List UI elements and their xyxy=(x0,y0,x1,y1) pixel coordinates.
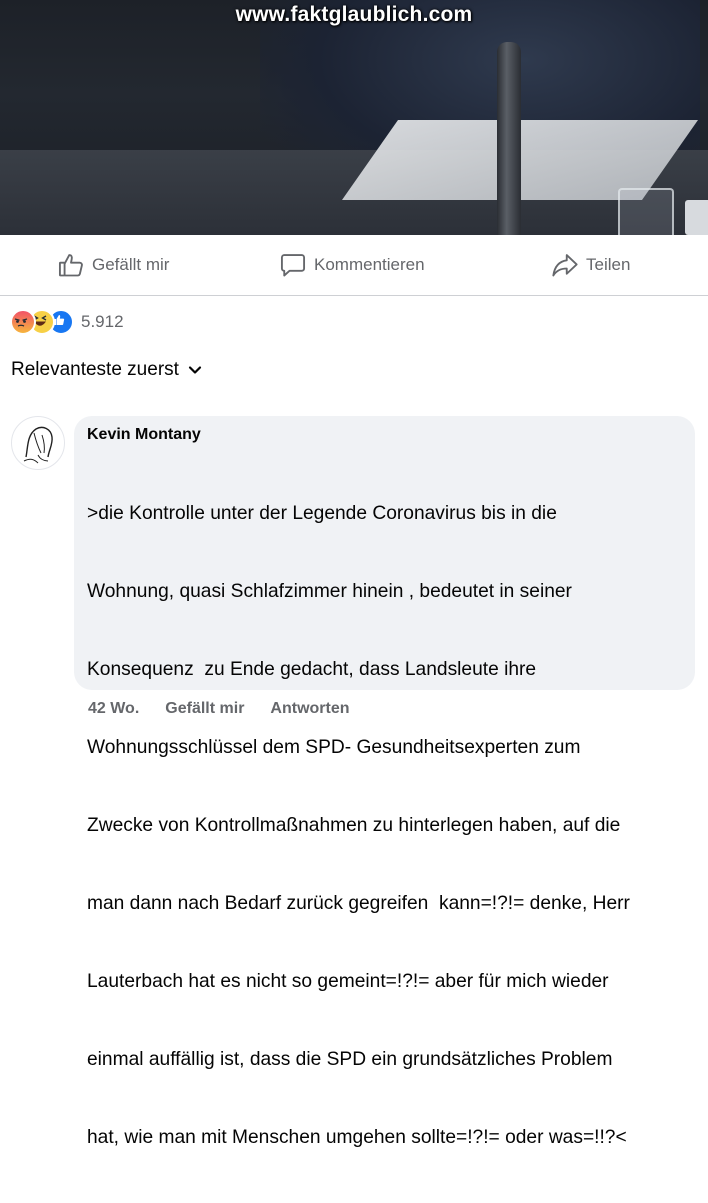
like-button-label: Gefällt mir xyxy=(92,255,170,274)
post-video[interactable]: www.faktglaublich.com xyxy=(0,0,708,235)
comment-button[interactable]: Kommentieren xyxy=(279,235,425,295)
comment-line: Lauterbach hat es nicht so gemeint=!?!= … xyxy=(87,971,609,992)
comment-line: >die Kontrolle unter der Legende Coronav… xyxy=(87,503,557,524)
comment-line: Zwecke von Kontrollmaßnahmen zu hinterle… xyxy=(87,815,621,836)
comment-line: einmal auffällig ist, dass die SPD ein g… xyxy=(87,1049,613,1070)
comment-line: hat, wie man mit Menschen umgehen sollte… xyxy=(87,1127,627,1148)
share-arrow-icon xyxy=(552,254,578,277)
comment-line: Wohnung, quasi Schlafzimmer hinein , bed… xyxy=(87,581,572,602)
chevron-down-icon xyxy=(188,366,202,374)
comment-icon xyxy=(280,254,306,277)
video-microphone xyxy=(497,42,521,235)
commenter-avatar[interactable] xyxy=(11,416,65,470)
comment-line: Wohnungsschlüssel dem SPD- Gesundheitsex… xyxy=(87,737,581,758)
share-button[interactable]: Teilen xyxy=(551,235,630,295)
reaction-count: 5.912 xyxy=(81,312,124,331)
comment-author[interactable]: Kevin Montany xyxy=(87,426,682,444)
comment-text: >die Kontrolle unter der Legende Coronav… xyxy=(87,449,682,1203)
video-watermark: www.faktglaublich.com xyxy=(235,3,473,26)
share-button-label: Teilen xyxy=(586,255,631,274)
comment-sort-dropdown[interactable]: Relevanteste zuerst xyxy=(11,359,203,381)
angry-reaction-icon xyxy=(10,309,36,335)
comment-bubble: Kevin Montany >die Kontrolle unter der L… xyxy=(74,416,695,1148)
comment-timestamp[interactable]: 42 Wo. xyxy=(88,700,139,718)
thumbs-up-icon xyxy=(58,254,83,277)
comment-line: man dann nach Bedarf zurück gegreifen ka… xyxy=(87,893,630,914)
comment-like-button[interactable]: Gefällt mir xyxy=(165,700,244,718)
reaction-summary[interactable]: 5.912 xyxy=(10,309,124,335)
comment-reply-button[interactable]: Antworten xyxy=(270,700,349,718)
like-button[interactable]: Gefällt mir xyxy=(57,235,169,295)
post-action-bar: Gefällt mir Kommentieren Teilen xyxy=(0,235,708,296)
comment-line: Konsequenz zu Ende gedacht, dass Landsle… xyxy=(87,659,537,680)
video-cup xyxy=(685,200,708,235)
comment-meta: 42 Wo. Gefällt mir Antworten xyxy=(88,700,376,718)
video-glass xyxy=(618,188,674,235)
comment-button-label: Kommentieren xyxy=(314,255,425,274)
comment-sort-label: Relevanteste zuerst xyxy=(11,359,179,380)
